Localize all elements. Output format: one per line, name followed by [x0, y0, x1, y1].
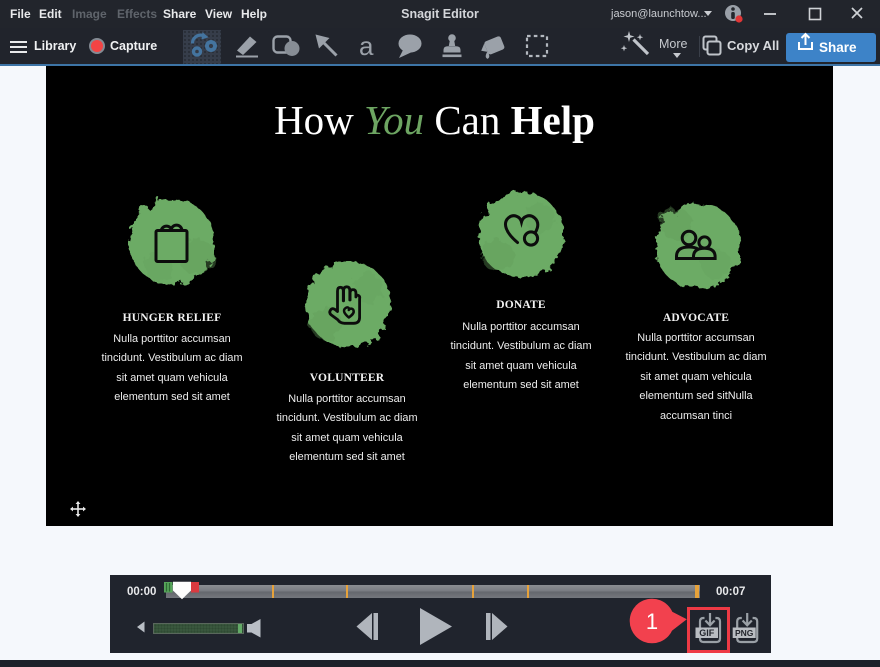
svg-text:a: a — [359, 31, 374, 61]
svg-text:1: 1 — [646, 609, 658, 634]
svg-text:PNG: PNG — [735, 628, 754, 638]
